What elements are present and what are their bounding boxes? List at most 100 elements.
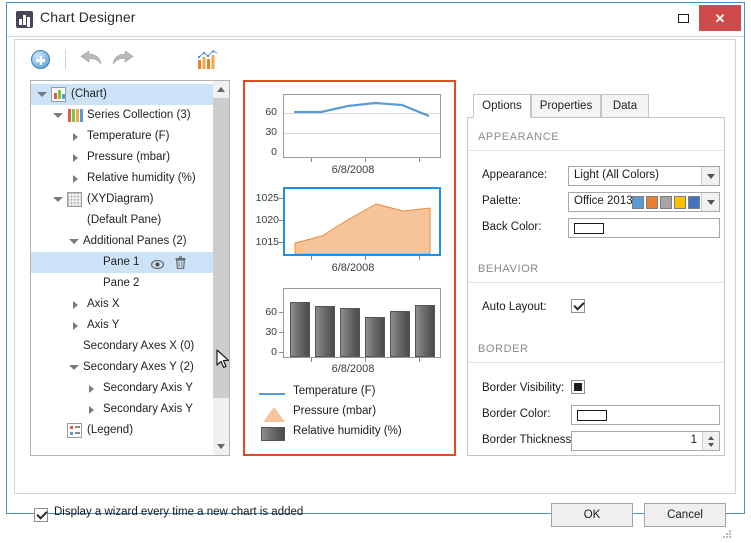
- tree-item-relative-humidity[interactable]: Relative humidity (%): [31, 168, 215, 189]
- series-icon: [67, 108, 83, 123]
- chart-preview[interactable]: 60 30 0 6/8/2008 1025 1020 1015 6/8/2008…: [243, 80, 456, 456]
- preview-pane-default[interactable]: 60 30 0 6/8/2008: [245, 86, 454, 178]
- tree-item-secondary-axis-y[interactable]: Secondary Axis Y: [31, 378, 215, 399]
- chevron-down-icon[interactable]: [701, 167, 719, 185]
- legend-label: Temperature (F): [293, 385, 376, 397]
- tree-item-series-collection-3[interactable]: Series Collection (3): [31, 105, 215, 126]
- tree-item-xydiagram[interactable]: (XYDiagram): [31, 189, 215, 210]
- legend-entry: Temperature (F): [255, 384, 450, 404]
- palette-select[interactable]: Office 2013: [568, 192, 720, 212]
- add-icon[interactable]: [29, 48, 55, 72]
- tree-item-secondary-axis-y[interactable]: Secondary Axis Y: [31, 399, 215, 420]
- y-tick-label: 60: [265, 106, 277, 118]
- chart-icon: [51, 87, 66, 102]
- expander-closed-icon[interactable]: [89, 406, 94, 414]
- chart-designer-window: Chart Designer ✕ (Chart) Series Collecti…: [6, 2, 745, 538]
- palette-swatch: [632, 196, 644, 209]
- back-color-picker[interactable]: [568, 218, 720, 238]
- expander-closed-icon[interactable]: [73, 301, 78, 309]
- tree-item-pane-2[interactable]: Pane 2: [31, 273, 215, 294]
- restore-button[interactable]: [669, 5, 697, 31]
- palette-label: Palette:: [482, 195, 521, 207]
- cancel-button[interactable]: Cancel: [644, 503, 726, 527]
- expander-closed-icon[interactable]: [73, 322, 78, 330]
- tree-item-additional-panes-2[interactable]: Additional Panes (2): [31, 231, 215, 252]
- tree-item-axis-x[interactable]: Axis X: [31, 294, 215, 315]
- tree-item-label: Pane 2: [103, 277, 140, 289]
- redo-icon[interactable]: [110, 48, 136, 72]
- expander-open-icon[interactable]: [69, 239, 79, 244]
- chart-legend: Temperature (F) Pressure (mbar) Relative…: [255, 384, 450, 444]
- expander-open-icon[interactable]: [53, 197, 63, 202]
- tree-item-label: (XYDiagram): [87, 193, 154, 205]
- chart-element-tree[interactable]: (Chart) Series Collection (3) Temperature …: [30, 80, 230, 456]
- tree-item-label: Pane 1: [103, 256, 140, 268]
- scroll-up-button[interactable]: [213, 81, 229, 98]
- tab-properties[interactable]: Properties: [531, 94, 601, 118]
- expander-closed-icon[interactable]: [73, 133, 78, 141]
- toolbar: [15, 40, 735, 80]
- tree-item-label: Temperature (F): [87, 130, 170, 142]
- appearance-select[interactable]: Light (All Colors): [568, 166, 720, 186]
- trash-icon[interactable]: [175, 256, 186, 270]
- y-tick-label: 0: [271, 146, 277, 158]
- tree-item-pressure-mbar[interactable]: Pressure (mbar): [31, 147, 215, 168]
- tree-item-chart[interactable]: (Chart): [31, 84, 215, 105]
- options-panel: Options Properties Data APPEARANCE Appea…: [467, 80, 725, 456]
- tab-options[interactable]: Options: [473, 94, 531, 118]
- border-thickness-stepper[interactable]: 1: [571, 431, 720, 451]
- y-tick-label: 1020: [255, 214, 279, 226]
- border-thickness-label: Border Thickness:: [482, 434, 575, 446]
- tab-data[interactable]: Data: [601, 94, 649, 118]
- tree-item-label: Additional Panes (2): [83, 235, 187, 247]
- chart-wizard-icon[interactable]: [195, 48, 221, 72]
- border-visibility-checkbox[interactable]: [571, 380, 585, 394]
- preview-pane-2[interactable]: 60 30 0 6/8/2008: [245, 282, 454, 378]
- ok-button[interactable]: OK: [551, 503, 633, 527]
- plot-area-area[interactable]: [283, 187, 441, 256]
- scroll-down-button[interactable]: [213, 438, 229, 455]
- expander-closed-icon[interactable]: [73, 154, 78, 162]
- tree-item-legend[interactable]: (Legend): [31, 420, 215, 441]
- y-tick-label: 30: [265, 326, 277, 338]
- y-tick-label: 30: [265, 126, 277, 138]
- dialog-footer: Display a wizard every time a new chart …: [14, 497, 736, 543]
- tree-scrollbar[interactable]: [213, 81, 229, 455]
- expander-closed-icon[interactable]: [73, 175, 78, 183]
- chart-app-icon: [16, 11, 33, 28]
- tree-item-secondary-axes-x-0[interactable]: Secondary Axes X (0): [31, 336, 215, 357]
- eye-icon[interactable]: [150, 257, 165, 270]
- tree-item-temperature-f[interactable]: Temperature (F): [31, 126, 215, 147]
- tree-item-label: Secondary Axis Y: [103, 382, 193, 394]
- section-behavior-title: BEHAVIOR: [478, 263, 539, 275]
- x-axis-label: 6/8/2008: [331, 262, 375, 274]
- chevron-down-icon[interactable]: [701, 193, 719, 211]
- expander-open-icon[interactable]: [69, 365, 79, 370]
- border-color-picker[interactable]: [571, 405, 720, 425]
- plot-area-bar[interactable]: [283, 288, 441, 358]
- expander-closed-icon[interactable]: [89, 385, 94, 393]
- window-client-area: (Chart) Series Collection (3) Temperature …: [7, 36, 744, 538]
- dialog-content-frame: (Chart) Series Collection (3) Temperature …: [14, 39, 736, 494]
- preview-pane-1[interactable]: 1025 1020 1015 6/8/2008: [245, 184, 454, 276]
- tree-item-label: (Legend): [87, 424, 134, 436]
- expander-open-icon[interactable]: [53, 113, 63, 118]
- tree-list: (Chart) Series Collection (3) Temperature …: [31, 81, 215, 455]
- tree-item-default-pane[interactable]: (Default Pane): [31, 210, 215, 231]
- stepper-arrows-icon[interactable]: [702, 432, 719, 450]
- tree-item-secondary-axes-y-2[interactable]: Secondary Axes Y (2): [31, 357, 215, 378]
- tree-item-label: Secondary Axes X (0): [83, 340, 195, 352]
- tree-item-pane-1[interactable]: Pane 1: [31, 252, 215, 273]
- expander-open-icon[interactable]: [37, 92, 47, 97]
- tree-item-axis-y[interactable]: Axis Y: [31, 315, 215, 336]
- undo-icon[interactable]: [78, 48, 104, 72]
- auto-layout-checkbox[interactable]: [571, 299, 585, 313]
- border-color-label: Border Color:: [482, 408, 551, 420]
- tree-item-label: Axis Y: [87, 319, 120, 331]
- palette-swatch: [646, 196, 658, 209]
- resize-grip[interactable]: [722, 530, 732, 540]
- plot-area-line[interactable]: [283, 94, 441, 158]
- close-button[interactable]: ✕: [699, 5, 741, 31]
- palette-swatch: [660, 196, 672, 209]
- tree-item-label: Axis X: [87, 298, 120, 310]
